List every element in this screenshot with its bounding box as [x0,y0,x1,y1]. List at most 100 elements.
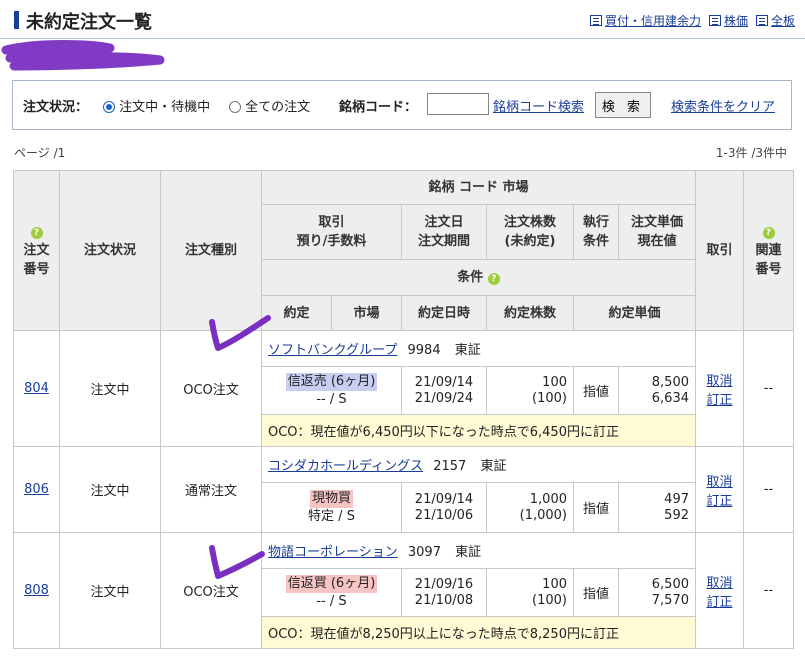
page-title: 未約定注文一覧 [26,12,152,33]
related-cell: -- [743,532,794,649]
help-icon[interactable]: ? [487,273,500,285]
order-status-cell: 注文中 [59,532,161,649]
buying-power-link-wrap: 買付・信用建余力 [589,12,701,29]
clear-conditions-link[interactable]: 検索条件をクリア [671,96,775,115]
stock-cell: 物語コーポレーション 3097 東証 [261,532,696,569]
help-icon[interactable]: ? [30,227,43,239]
edit-link[interactable]: 訂正 [706,595,732,610]
stock-code: 3097 [407,545,441,560]
stock-name-link[interactable]: 物語コーポレーション [268,545,398,560]
title-accent-bar [14,11,19,29]
order-number-link[interactable]: 804 [24,381,49,396]
trade-type-cell: 信返買 (6ヶ月) -- / S [261,568,402,617]
stock-cell: ソフトバンクグループ 9984 東証 [261,330,696,367]
order-number-link[interactable]: 808 [24,583,49,598]
stock-code: 9984 [407,343,441,358]
order-price-cell: 8,500 6,634 [618,366,696,415]
edit-link[interactable]: 訂正 [706,494,732,509]
header-divider [0,38,805,39]
order-qty-cell: 100 (100) [486,568,574,617]
order-status-cell: 注文中 [59,446,161,533]
search-filter-panel: 注文状況： 注文中・待機中 全ての注文 銘柄コード： 銘柄コード検索 検 索 検… [12,80,792,130]
order-date-cell: 21/09/14 21/10/06 [401,482,487,533]
exec-cond-cell: 指値 [573,482,619,533]
full-board-link[interactable]: 全板 [771,12,795,29]
account-type: -- / S [316,392,347,407]
buying-power-link[interactable]: 買付・信用建余力 [605,12,701,29]
oco-condition: OCO：現在値が6,450円以下になった時点で6,450円に訂正 [261,414,696,447]
radio-active[interactable] [103,101,115,113]
header-links: 買付・信用建余力 株価 全板 [589,12,795,29]
board-icon [755,15,768,26]
order-number-cell: 806 [13,446,60,533]
stock-price-link-wrap: 株価 [708,12,748,29]
status-all-option[interactable]: 全ての注文 [229,96,310,115]
order-number-cell: 808 [13,532,60,649]
list-icon [708,15,721,26]
torihiki-header: 取引 [695,170,744,331]
fill-qty-header: 約定株数 [486,295,574,331]
trade-type-cell: 現物買 特定 / S [261,482,402,533]
order-status-label: 注文状況： [23,100,89,115]
condition-header: 条件 ? [261,259,696,296]
fill-price-header: 約定単価 [573,295,696,331]
trade-actions-cell: 取消 訂正 [695,330,744,447]
order-date-cell: 21/09/14 21/09/24 [401,366,487,415]
exec-header: 執行 条件 [573,204,619,260]
order-qty-cell: 1,000 (1,000) [486,482,574,533]
status-header: 注文状況 [59,170,161,331]
radio-all[interactable] [229,101,241,113]
stock-price-link[interactable]: 株価 [724,12,748,29]
related-cell: -- [743,446,794,533]
related-header: ? 関連 番号 [743,170,794,331]
cancel-link[interactable]: 取消 [706,374,732,389]
order-price-cell: 6,500 7,570 [618,568,696,617]
check-mark-annotation [209,315,271,351]
stock-code-label: 銘柄コード： [339,100,418,115]
edit-link[interactable]: 訂正 [706,393,732,408]
code-search-link[interactable]: 銘柄コード検索 [493,96,584,115]
order-date-cell: 21/09/16 21/10/08 [401,568,487,617]
market-header: 市場 [331,295,402,331]
stock-code: 2157 [433,459,467,474]
result-count: 1-3件 /3件中 [715,146,787,160]
stock-name-link[interactable]: コシダカホールディングス [268,459,423,474]
trade-type-cell: 信返売 (6ヶ月) -- / S [261,366,402,415]
qty-header: 注文株数 (未約定) [486,204,574,260]
stock-market: 東証 [480,459,507,474]
trade-type: 信返売 (6ヶ月) [285,373,378,391]
table-row: 804 注文中 OCO注文 ソフトバンクグループ 9984 東証 取消 訂正 -… [13,330,794,447]
cancel-link[interactable]: 取消 [706,475,732,490]
oco-condition: OCO：現在値が8,250円以上になった時点で8,250円に訂正 [261,616,696,649]
order-number-cell: 804 [13,330,60,447]
orders-table: ? 注文 番号 注文状況 注文種別 銘柄 コード 市場 取引 ? 関連 番号 取… [13,170,794,649]
help-icon[interactable]: ? [762,227,775,239]
trade-actions-cell: 取消 訂正 [695,446,744,533]
order-number-link[interactable]: 806 [24,482,49,497]
price-header: 注文単価 現在値 [618,204,696,260]
trade-type: 信返買 (6ヶ月) [285,575,378,593]
trade-header: 取引 預り/手数料 [261,204,402,260]
table-row: 808 注文中 OCO注文 物語コーポレーション 3097 東証 取消 訂正 -… [13,532,794,649]
stock-code-input[interactable] [427,93,489,115]
cancel-link[interactable]: 取消 [706,576,732,591]
trade-actions-cell: 取消 訂正 [695,532,744,649]
exec-cond-cell: 指値 [573,568,619,617]
table-row: 806 注文中 通常注文 コシダカホールディングス 2157 東証 取消 訂正 … [13,446,794,533]
stock-header: 銘柄 コード 市場 [261,170,696,205]
order-price-cell: 497 592 [618,482,696,533]
order-kind-cell: 通常注文 [160,446,262,533]
account-type: -- / S [316,594,347,609]
order-status-cell: 注文中 [59,330,161,447]
search-button[interactable]: 検 索 [595,92,651,118]
page-indicator: ページ /1 [14,146,66,160]
stock-cell: コシダカホールディングス 2157 東証 [261,446,696,483]
kind-header: 注文種別 [160,170,262,331]
status-active-option[interactable]: 注文中・待機中 [103,96,210,115]
check-mark-annotation [209,545,265,579]
calculator-icon [589,15,602,26]
stock-name-link[interactable]: ソフトバンクグループ [268,343,397,358]
order-qty-cell: 100 (100) [486,366,574,415]
date-header: 注文日 注文期間 [401,204,487,260]
account-type: 特定 / S [308,509,355,524]
